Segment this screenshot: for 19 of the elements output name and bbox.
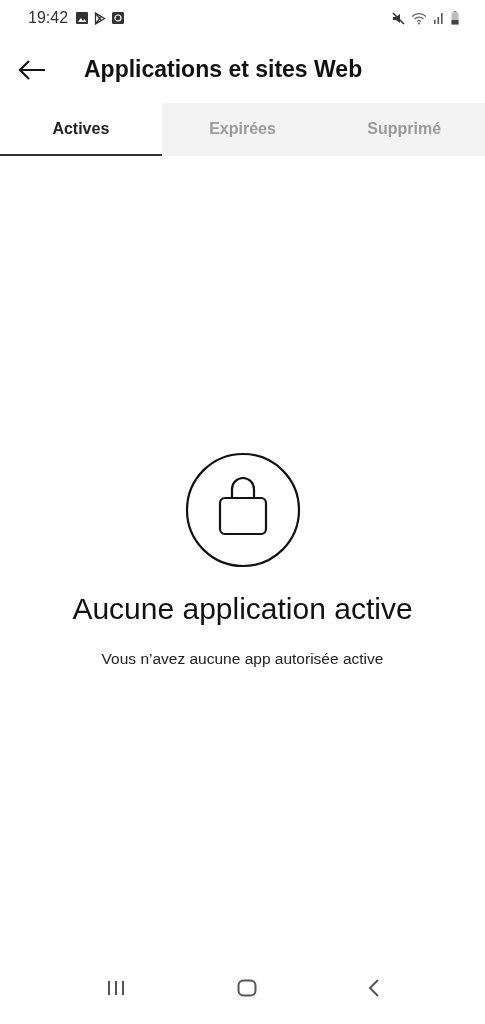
lock-icon [184,452,301,568]
tab[interactable]: Actives [0,103,162,156]
tab[interactable]: Expirées [161,103,324,156]
tab[interactable]: Supprimé [323,103,485,156]
back-button[interactable] [18,59,46,80]
page-title: Applications et sites Web [84,56,363,83]
home-button[interactable] [236,979,257,997]
mute-icon [392,11,405,25]
signal-icon [433,12,445,24]
wifi-icon [411,11,427,25]
back-nav-button[interactable] [367,979,380,997]
status-time: 19:42 [28,9,69,27]
clock-icon [112,12,125,24]
play-store-icon [94,11,107,25]
recent-apps-button[interactable] [105,980,126,996]
battery-icon [451,11,459,25]
empty-title: Aucune application active [72,592,413,626]
image-icon [76,12,89,24]
empty-message: Vous n’avez aucune app autorisée active [101,650,384,668]
